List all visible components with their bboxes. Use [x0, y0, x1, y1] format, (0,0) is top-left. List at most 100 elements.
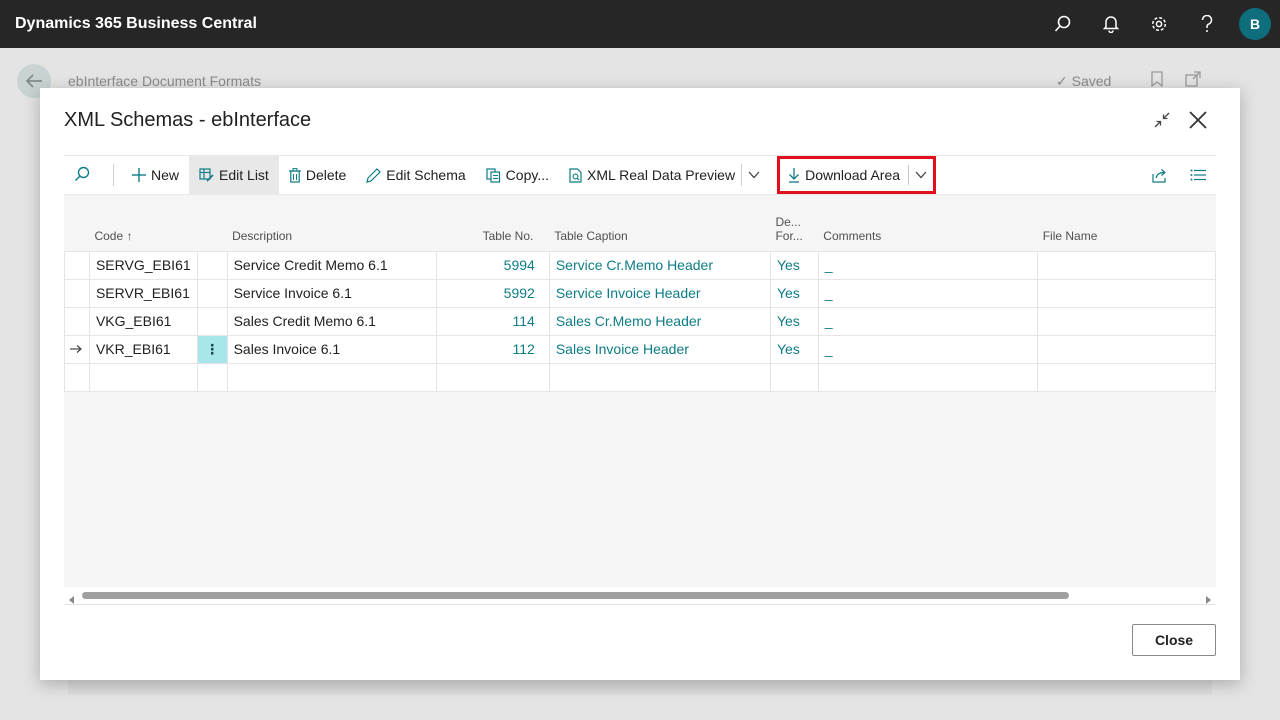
cell-table-no[interactable]: 112	[435, 334, 550, 364]
cell-description[interactable]: Service Invoice 6.1	[226, 278, 437, 308]
column-header-default-format[interactable]: De... For...	[770, 195, 819, 251]
xml-schemas-dialog: XML Schemas - ebInterface New Edit List …	[40, 88, 1240, 680]
document-preview-icon	[569, 167, 582, 183]
app-bar: Dynamics 365 Business Central B	[0, 0, 1280, 48]
edit-list-label: Edit List	[219, 167, 269, 183]
more-options-icon[interactable]: ⋮	[205, 341, 219, 357]
cell-table-caption[interactable]	[548, 362, 771, 392]
row-menu-cell[interactable]	[196, 250, 228, 280]
table-row-empty[interactable]	[64, 362, 1216, 392]
scrollbar-thumb[interactable]	[82, 592, 1069, 599]
collapse-icon[interactable]	[1148, 106, 1176, 134]
cell-code[interactable]	[88, 362, 198, 392]
cell-comments[interactable]: _	[817, 306, 1039, 336]
divider	[64, 604, 1216, 605]
cell-default-format[interactable]: Yes	[769, 334, 819, 364]
download-area-highlight: Download Area	[777, 156, 937, 194]
cell-code[interactable]: VKR_EBI61	[88, 334, 198, 364]
xml-real-data-preview-button[interactable]: XML Real Data Preview	[559, 156, 741, 194]
avatar[interactable]: B	[1239, 8, 1271, 40]
table-row-selected[interactable]: VKR_EBI61 ⋮ Sales Invoice 6.1 112 Sales …	[64, 334, 1216, 364]
cell-file-name[interactable]	[1037, 278, 1216, 308]
help-icon[interactable]	[1183, 0, 1231, 48]
table-row[interactable]: VKG_EBI61 Sales Credit Memo 6.1 114 Sale…	[64, 306, 1216, 336]
cell-file-name[interactable]	[1037, 362, 1216, 392]
share-button[interactable]	[1152, 156, 1168, 194]
cell-file-name[interactable]	[1037, 250, 1216, 280]
download-area-dropdown[interactable]	[915, 171, 927, 179]
close-icon[interactable]	[1184, 106, 1212, 134]
cell-table-no[interactable]: 5992	[435, 278, 550, 308]
cell-description[interactable]: Sales Invoice 6.1	[226, 334, 437, 364]
cell-comments[interactable]: _	[817, 334, 1039, 364]
cell-default-format[interactable]	[769, 362, 819, 392]
checkmark-icon: ✓	[1056, 73, 1068, 89]
column-header-table-no[interactable]: Table No.	[436, 195, 550, 251]
cell-table-caption[interactable]: Sales Cr.Memo Header	[548, 306, 771, 336]
copy-button[interactable]: Copy...	[476, 156, 559, 194]
new-button[interactable]: New	[122, 156, 189, 194]
app-title[interactable]: Dynamics 365 Business Central	[15, 15, 1039, 33]
edit-schema-button[interactable]: Edit Schema	[356, 156, 475, 194]
column-header-description[interactable]: Description	[227, 195, 437, 251]
cell-default-format[interactable]: Yes	[769, 306, 819, 336]
column-header-file-name[interactable]: File Name	[1037, 195, 1216, 251]
cell-default-format[interactable]: Yes	[769, 278, 819, 308]
cell-table-no[interactable]: 5994	[435, 250, 550, 280]
chevron-down-icon	[915, 171, 927, 179]
horizontal-scrollbar[interactable]	[64, 587, 1216, 604]
cell-comments[interactable]	[817, 362, 1039, 392]
edit-schema-label: Edit Schema	[386, 167, 466, 183]
cell-file-name[interactable]	[1037, 306, 1216, 336]
cell-table-caption[interactable]: Service Cr.Memo Header	[548, 250, 771, 280]
cell-code[interactable]: SERVR_EBI61	[88, 278, 198, 308]
background-page-title: ebInterface Document Formats	[68, 73, 261, 89]
delete-button[interactable]: Delete	[279, 156, 356, 194]
list-view-button[interactable]	[1190, 156, 1206, 194]
cell-code[interactable]: VKG_EBI61	[88, 306, 198, 336]
row-indicator	[64, 250, 90, 280]
table-header-row: Code ↑ Description Table No. Table Capti…	[64, 195, 1216, 251]
search-icon[interactable]	[1039, 0, 1087, 48]
download-icon	[789, 168, 800, 183]
table-row[interactable]: SERVG_EBI61 Service Credit Memo 6.1 5994…	[64, 250, 1216, 280]
column-header-table-caption[interactable]: Table Caption	[549, 195, 771, 251]
row-menu-cell[interactable]	[196, 362, 228, 392]
bell-icon[interactable]	[1087, 0, 1135, 48]
edit-list-button[interactable]: Edit List	[189, 156, 279, 194]
cell-file-name[interactable]	[1037, 334, 1216, 364]
cell-comments[interactable]: _	[817, 278, 1039, 308]
cell-description[interactable]: Sales Credit Memo 6.1	[226, 306, 437, 336]
scroll-left-icon[interactable]	[68, 591, 76, 609]
sort-ascending-icon: ↑	[126, 228, 133, 243]
cell-description[interactable]	[226, 362, 437, 392]
search-list-button[interactable]	[64, 156, 105, 194]
row-menu-cell[interactable]: ⋮	[196, 334, 228, 364]
row-menu-cell[interactable]	[196, 278, 228, 308]
cell-table-caption[interactable]: Sales Invoice Header	[548, 334, 771, 364]
cell-table-no[interactable]: 114	[435, 306, 550, 336]
cell-comments[interactable]: _	[817, 250, 1039, 280]
column-header-code[interactable]: Code ↑	[89, 195, 198, 251]
column-header-comments[interactable]: Comments	[818, 195, 1038, 251]
gear-icon[interactable]	[1135, 0, 1183, 48]
scroll-right-icon[interactable]	[1204, 591, 1212, 609]
row-menu-cell[interactable]	[196, 306, 228, 336]
close-button[interactable]: Close	[1132, 624, 1216, 656]
cell-table-no[interactable]	[435, 362, 550, 392]
cell-table-caption[interactable]: Service Invoice Header	[548, 278, 771, 308]
xml-real-data-preview-label: XML Real Data Preview	[586, 167, 736, 183]
cell-default-format[interactable]: Yes	[769, 250, 819, 280]
cell-code[interactable]: SERVG_EBI61	[88, 250, 198, 280]
download-area-label: Download Area	[805, 167, 901, 183]
pencil-icon	[366, 167, 382, 183]
saved-label: Saved	[1071, 73, 1112, 89]
edit-list-icon	[199, 168, 214, 182]
divider	[908, 165, 910, 185]
plus-icon	[132, 168, 146, 182]
row-indicator	[64, 362, 90, 392]
download-area-button[interactable]: Download Area	[786, 156, 902, 194]
table-row[interactable]: SERVR_EBI61 Service Invoice 6.1 5992 Ser…	[64, 278, 1216, 308]
more-actions-dropdown[interactable]	[742, 156, 771, 194]
cell-description[interactable]: Service Credit Memo 6.1	[226, 250, 437, 280]
